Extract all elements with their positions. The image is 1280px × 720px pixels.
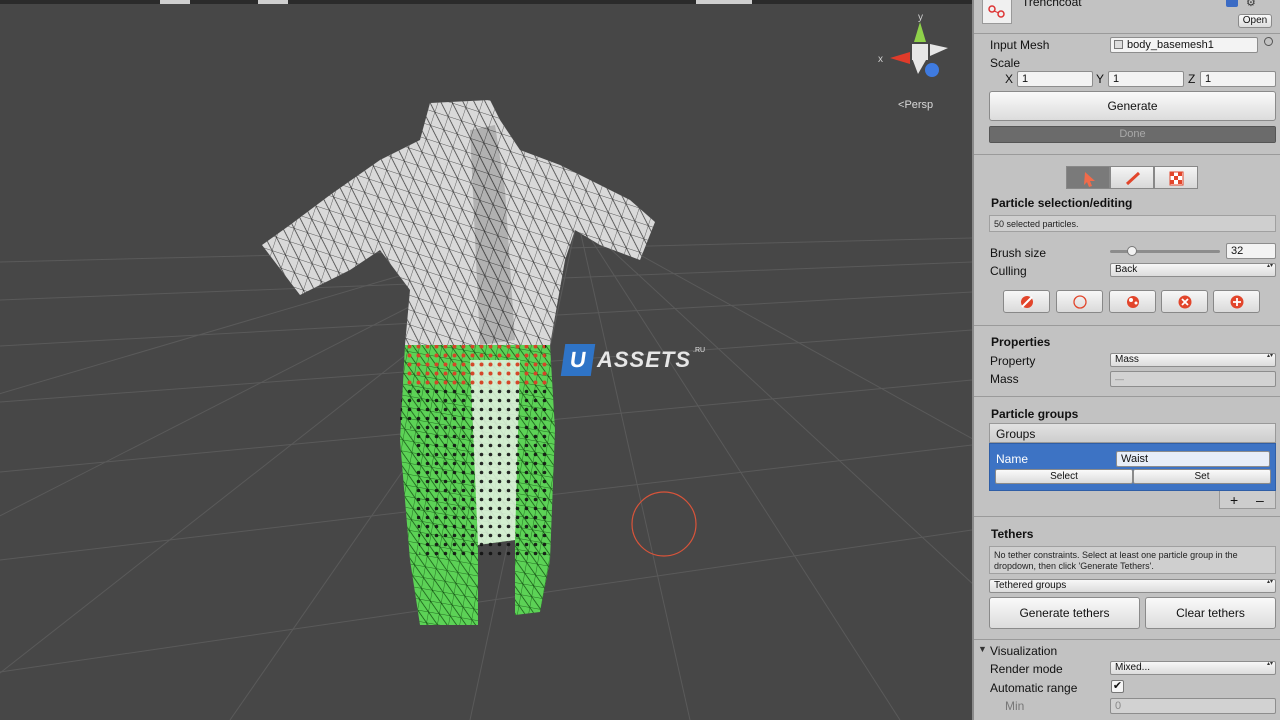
- scale-y-label: Y: [1096, 72, 1105, 86]
- tool-paint-button[interactable]: [1110, 166, 1154, 189]
- input-mesh-label: Input Mesh: [990, 38, 1050, 52]
- scale-label: Scale: [990, 56, 1021, 70]
- groups-list-header: Groups: [989, 423, 1276, 443]
- tool-properties-button[interactable]: [1154, 166, 1198, 189]
- render-mode-dropdown[interactable]: Mixed...: [1110, 661, 1276, 675]
- mesh-icon: [1114, 40, 1123, 49]
- gizmo-y-label: y: [918, 12, 923, 23]
- scene-grid: y x: [0, 12, 972, 720]
- min-field[interactable]: 0: [1110, 698, 1276, 714]
- culling-dropdown[interactable]: Back: [1110, 263, 1276, 277]
- particle-groups-header: Particle groups: [991, 407, 1079, 421]
- brush-size-label: Brush size: [990, 246, 1047, 260]
- cloth-asset-icon: [982, 0, 1012, 24]
- property-label: Property: [990, 354, 1036, 368]
- scale-x-field[interactable]: 1: [1017, 71, 1093, 87]
- brush-size-field[interactable]: 32: [1226, 243, 1276, 259]
- scale-y-field[interactable]: 1: [1108, 71, 1184, 87]
- min-label: Min: [1005, 699, 1025, 713]
- input-mesh-field[interactable]: body_basemesh1: [1110, 37, 1258, 53]
- tethered-groups-dropdown[interactable]: Tethered groups: [989, 579, 1276, 593]
- group-name-field[interactable]: Waist: [1116, 451, 1270, 467]
- tool-select-button[interactable]: [1066, 166, 1110, 189]
- remove-particles-button[interactable]: [1161, 290, 1208, 313]
- progress-label: Done: [1119, 128, 1146, 140]
- mass-label: Mass: [990, 372, 1019, 386]
- clear-tethers-button[interactable]: Clear tethers: [1145, 597, 1276, 629]
- object-title: Trenchcoat: [1022, 0, 1082, 9]
- editor-window: y x <Persp U ASSETS .RU Trenchcoat ⚙ Ope…: [0, 0, 1280, 720]
- render-mode-label: Render mode: [990, 662, 1063, 676]
- group-select-button[interactable]: Select: [995, 469, 1133, 484]
- selection-status: 50 selected particles.: [989, 215, 1276, 232]
- watermark-suffix: .RU: [693, 346, 706, 354]
- watermark: U ASSETS .RU: [560, 344, 706, 376]
- help-icon[interactable]: [1226, 0, 1238, 7]
- generate-progress-bar: Done: [989, 126, 1276, 143]
- group-item-waist[interactable]: Name Waist Select Set: [989, 443, 1276, 491]
- brush-size-slider-knob[interactable]: [1126, 246, 1137, 256]
- scale-x-label: X: [1005, 72, 1014, 86]
- orientation-gizmo[interactable]: [890, 22, 948, 77]
- automatic-range-label: Automatic range: [990, 681, 1078, 695]
- clear-selection-button[interactable]: [1056, 290, 1103, 313]
- tethers-info: No tether constraints. Select at least o…: [989, 546, 1276, 574]
- groups-footer: + –: [1219, 491, 1276, 509]
- watermark-logo: U: [560, 344, 596, 376]
- watermark-text: ASSETS: [597, 347, 692, 372]
- automatic-range-checkbox[interactable]: ✔: [1111, 680, 1124, 693]
- add-particles-button[interactable]: [1213, 290, 1260, 313]
- group-name-label: Name: [996, 452, 1029, 466]
- generate-tethers-button[interactable]: Generate tethers: [989, 597, 1140, 629]
- group-set-button[interactable]: Set: [1133, 469, 1271, 484]
- mass-field[interactable]: —: [1110, 371, 1276, 387]
- particle-selection-header: Particle selection/editing: [991, 196, 1133, 210]
- property-dropdown[interactable]: Mass: [1110, 353, 1276, 367]
- remove-group-button[interactable]: –: [1256, 492, 1264, 508]
- open-button[interactable]: Open: [1238, 14, 1272, 28]
- gizmo-x-label: x: [878, 54, 883, 65]
- scale-z-field[interactable]: 1: [1200, 71, 1276, 87]
- invert-selection-button[interactable]: [1109, 290, 1156, 313]
- object-picker-icon[interactable]: [1264, 37, 1273, 46]
- scene-view[interactable]: y x <Persp U ASSETS .RU: [0, 0, 972, 720]
- settings-icon[interactable]: ⚙: [1246, 0, 1256, 9]
- brush-size-slider[interactable]: [1110, 246, 1220, 256]
- scale-z-label: Z: [1188, 72, 1196, 86]
- properties-header: Properties: [991, 335, 1051, 349]
- visualization-header: Visualization: [990, 644, 1058, 658]
- add-group-button[interactable]: +: [1230, 492, 1238, 508]
- select-all-button[interactable]: [1003, 290, 1050, 313]
- culling-label: Culling: [990, 264, 1027, 278]
- persp-label[interactable]: <Persp: [898, 99, 933, 111]
- tethers-header: Tethers: [991, 527, 1034, 541]
- visualization-foldout-icon[interactable]: ▼: [978, 644, 987, 654]
- generate-button[interactable]: Generate: [989, 91, 1276, 121]
- brush-cursor: [631, 491, 697, 557]
